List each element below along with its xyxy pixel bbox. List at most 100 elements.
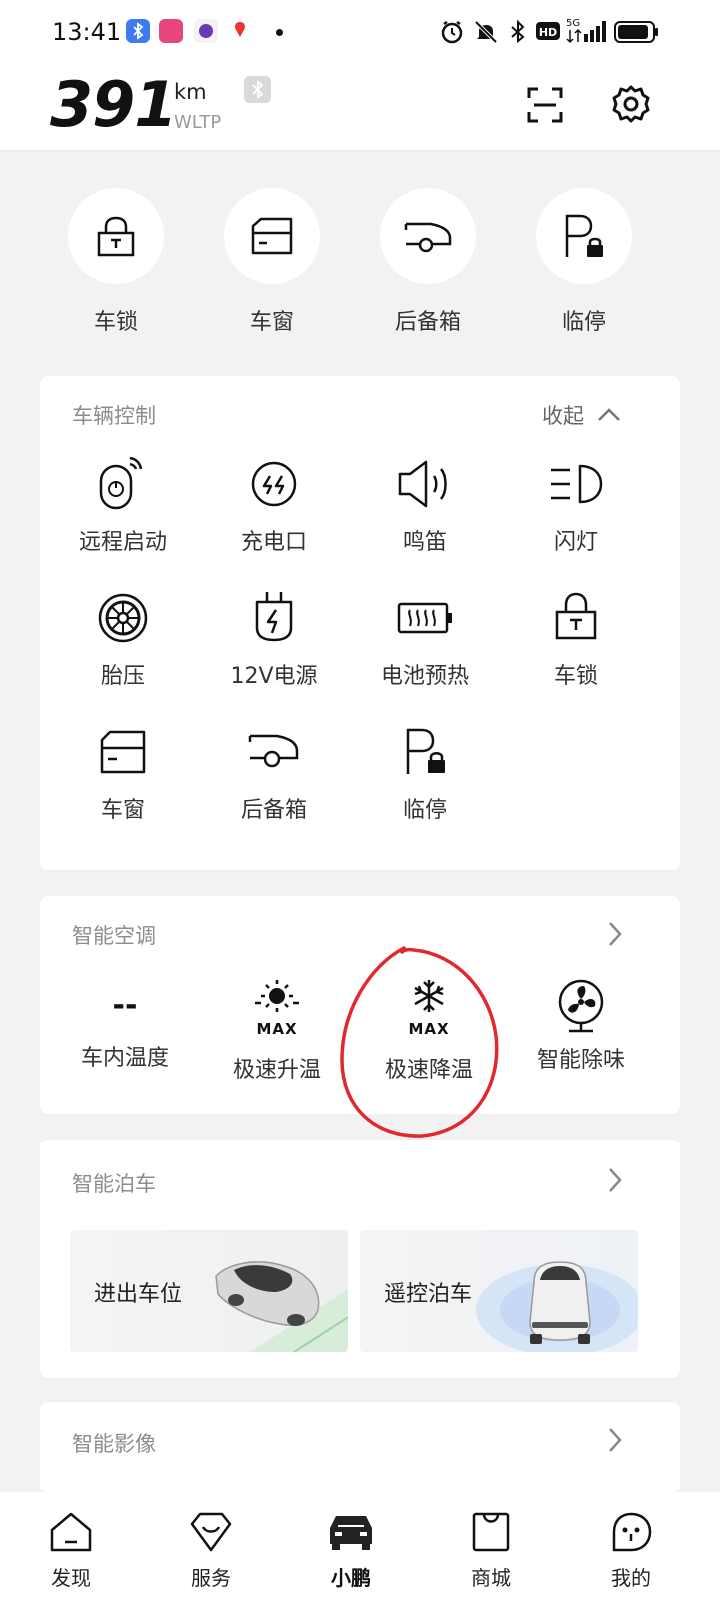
control-parking-button[interactable]: 临停 (350, 722, 500, 824)
battery-preheat-icon (397, 602, 452, 634)
nav-xpeng[interactable]: 小鹏 (306, 1510, 396, 1591)
trunk-icon (248, 734, 299, 768)
map-notification-icon (228, 19, 252, 43)
control-parking-label: 临停 (402, 798, 447, 823)
app-notification-icon (159, 19, 183, 43)
lock-icon (97, 216, 135, 257)
deodorize-button[interactable]: 智能除味 (506, 978, 656, 1074)
hd-icon: HD (535, 21, 561, 41)
parking-card: 智能泊车 进出车位 遥控泊车 (40, 1140, 680, 1378)
trunk-icon (404, 222, 452, 253)
settings-button[interactable] (611, 84, 651, 124)
chevron-up-icon (598, 408, 620, 421)
app-notification-icon (194, 19, 218, 43)
collapse-label: 收起 (542, 404, 584, 428)
nav-discover-label: 发现 (51, 1566, 91, 1590)
parking-title: 智能泊车 (72, 1172, 156, 1196)
remote-start-label: 远程启动 (78, 530, 167, 555)
quick-window-button[interactable]: 车窗 (222, 188, 322, 336)
more-notifications-dot (276, 29, 283, 36)
battery-preheat-button[interactable]: 电池预热 (350, 588, 500, 690)
control-lock-button[interactable]: 车锁 (501, 588, 651, 690)
parking-more-button[interactable] (606, 1166, 624, 1194)
control-lock-label: 车锁 (553, 664, 598, 689)
quick-trunk-label: 后备箱 (394, 310, 461, 335)
alarm-icon (440, 19, 464, 45)
bottom-nav: 发现 服务 小鹏 商城 我的 (0, 1492, 720, 1612)
battery-icon (614, 20, 660, 44)
control-trunk-button[interactable]: 后备箱 (199, 722, 349, 824)
nav-discover[interactable]: 发现 (26, 1510, 116, 1591)
flash-lights-button[interactable]: 闪灯 (501, 454, 651, 556)
bluetooth-icon (509, 18, 527, 46)
remote-parking-button[interactable]: 遥控泊车 (360, 1230, 638, 1352)
quick-lock-button[interactable]: 车锁 (66, 188, 166, 336)
range-standard: WLTP (174, 112, 222, 133)
quick-trunk-button[interactable]: 后备箱 (378, 188, 478, 336)
power-12v-icon (255, 592, 293, 642)
chevron-right-icon (609, 1428, 622, 1452)
quick-parking-label: 临停 (561, 310, 606, 335)
imaging-more-button[interactable] (606, 1426, 624, 1454)
range-unit: km (174, 80, 207, 104)
service-icon (190, 1512, 232, 1552)
mute-icon (472, 18, 500, 46)
quick-parking-button[interactable]: 临停 (534, 188, 634, 336)
svg-text:HD: HD (539, 26, 557, 39)
nav-xpeng-label: 小鹏 (331, 1566, 371, 1590)
window-icon (251, 217, 293, 255)
remote-start-icon (99, 456, 143, 510)
cabin-temperature: -- 车内温度 (50, 978, 200, 1072)
horn-button[interactable]: 鸣笛 (350, 454, 500, 556)
park-in-out-button[interactable]: 进出车位 (70, 1230, 348, 1352)
remote-parking-label: 遥控泊车 (384, 1282, 473, 1307)
quick-parking-circle (536, 188, 632, 284)
car-image (215, 1261, 348, 1352)
horn-icon (398, 460, 447, 508)
collapse-button[interactable]: 收起 (542, 400, 622, 430)
vehicle-control-title: 车辆控制 (72, 404, 156, 428)
lock-icon (555, 592, 597, 640)
scan-button[interactable] (526, 86, 564, 124)
headlight-icon (551, 464, 603, 504)
bluetooth-key-icon (244, 76, 271, 103)
status-time: 13:41 (52, 18, 122, 46)
nav-profile[interactable]: 我的 (586, 1510, 676, 1591)
parking-lock-icon (565, 214, 603, 257)
svg-text:5G: 5G (566, 18, 580, 29)
nav-shop[interactable]: 商城 (446, 1510, 536, 1591)
bluetooth-notification-icon (126, 19, 150, 43)
charge-port-icon (251, 461, 297, 507)
tire-pressure-button[interactable]: 胎压 (48, 588, 198, 690)
quick-lock-label: 车锁 (93, 310, 138, 335)
imaging-title: 智能影像 (72, 1432, 156, 1456)
power-12v-button[interactable]: 12V电源 (199, 588, 349, 690)
tire-pressure-icon (98, 593, 148, 643)
shop-icon (472, 1512, 510, 1552)
nav-service-label: 服务 (191, 1566, 231, 1590)
park-in-out-label: 进出车位 (94, 1282, 183, 1307)
quick-lock-circle (68, 188, 164, 284)
profile-icon (612, 1512, 652, 1552)
charge-port-button[interactable]: 充电口 (199, 454, 349, 556)
charge-port-label: 充电口 (240, 530, 307, 555)
window-icon (100, 730, 146, 774)
cabin-temperature-label: 车内温度 (80, 1046, 169, 1071)
deodorize-label: 智能除味 (536, 1048, 625, 1073)
signal-5g-icon: 5G (566, 16, 608, 46)
quick-window-label: 车窗 (249, 310, 294, 335)
chevron-right-icon (609, 1168, 622, 1192)
imaging-card: 智能影像 (40, 1402, 680, 1492)
climate-more-button[interactable] (606, 920, 624, 948)
tire-pressure-label: 胎压 (100, 664, 145, 689)
nav-service[interactable]: 服务 (166, 1510, 256, 1591)
remote-start-button[interactable]: 远程启动 (48, 454, 198, 556)
scan-icon (527, 87, 563, 123)
nav-shop-label: 商城 (471, 1566, 511, 1590)
status-bar: 13:41 HD 5G (0, 0, 720, 64)
control-window-button[interactable]: 车窗 (48, 722, 198, 824)
parking-lock-icon (406, 728, 445, 774)
quick-trunk-circle (380, 188, 476, 284)
car-rear-image (476, 1261, 638, 1352)
nav-profile-label: 我的 (611, 1566, 651, 1590)
